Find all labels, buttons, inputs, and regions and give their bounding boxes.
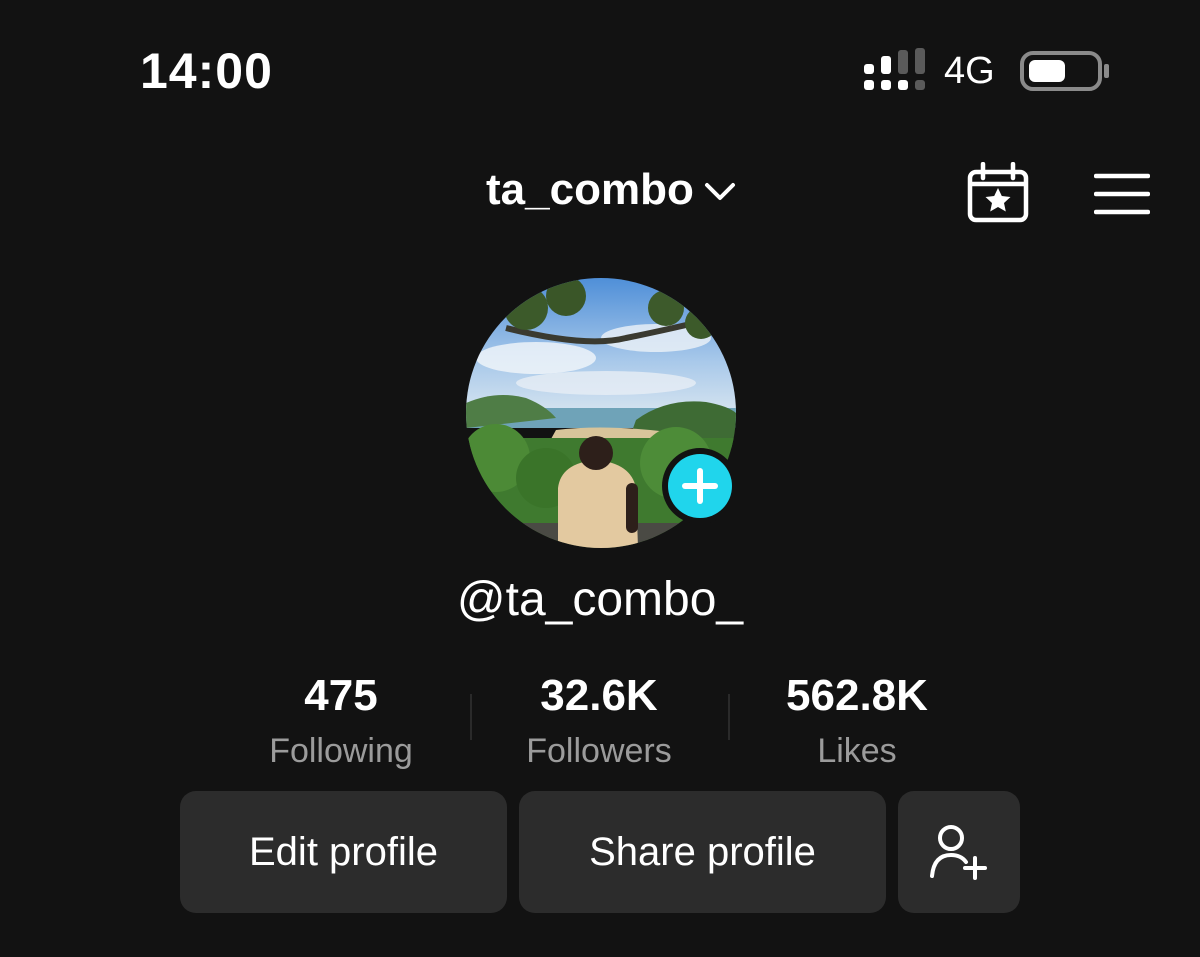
profile-screen: 14:00 4G ta_combo @ta_combo_ 475 Followi… — [0, 0, 1200, 957]
chevron-down-icon — [704, 183, 735, 200]
stat-likes-label: Likes — [817, 732, 897, 770]
stat-following[interactable]: 475 Following — [231, 668, 451, 776]
add-friends-button[interactable] — [898, 791, 1020, 913]
header-username: ta_combo — [486, 165, 694, 214]
avatar-container — [466, 278, 738, 548]
stat-followers[interactable]: 32.6K Followers — [489, 668, 709, 776]
stat-followers-value: 32.6K — [540, 671, 658, 720]
profile-handle: @ta_combo_ — [456, 573, 744, 626]
battery-icon — [1020, 51, 1109, 91]
stat-likes[interactable]: 562.8K Likes — [747, 668, 967, 776]
calendar-star-icon[interactable] — [966, 162, 1030, 224]
stat-divider — [728, 694, 730, 740]
share-profile-label: Share profile — [589, 829, 816, 874]
edit-profile-button[interactable]: Edit profile — [180, 791, 507, 913]
menu-icon[interactable] — [1094, 172, 1150, 216]
edit-profile-label: Edit profile — [249, 829, 438, 874]
stat-following-label: Following — [269, 732, 413, 770]
network-label: 4G — [944, 50, 995, 92]
status-time: 14:00 — [140, 43, 273, 99]
account-switcher[interactable]: ta_combo — [486, 165, 738, 215]
signal-icon — [864, 48, 925, 90]
plus-icon — [682, 468, 718, 504]
add-story-inner — [668, 454, 732, 518]
stat-following-value: 475 — [304, 671, 378, 720]
add-story-button[interactable] — [662, 448, 738, 524]
share-profile-button[interactable]: Share profile — [519, 791, 886, 913]
stats-row: 475 Following 32.6K Followers 562.8K Lik… — [0, 668, 1200, 778]
add-friend-icon — [930, 825, 987, 880]
stat-followers-label: Followers — [526, 732, 672, 770]
stat-likes-value: 562.8K — [786, 671, 928, 720]
stat-divider — [470, 694, 472, 740]
